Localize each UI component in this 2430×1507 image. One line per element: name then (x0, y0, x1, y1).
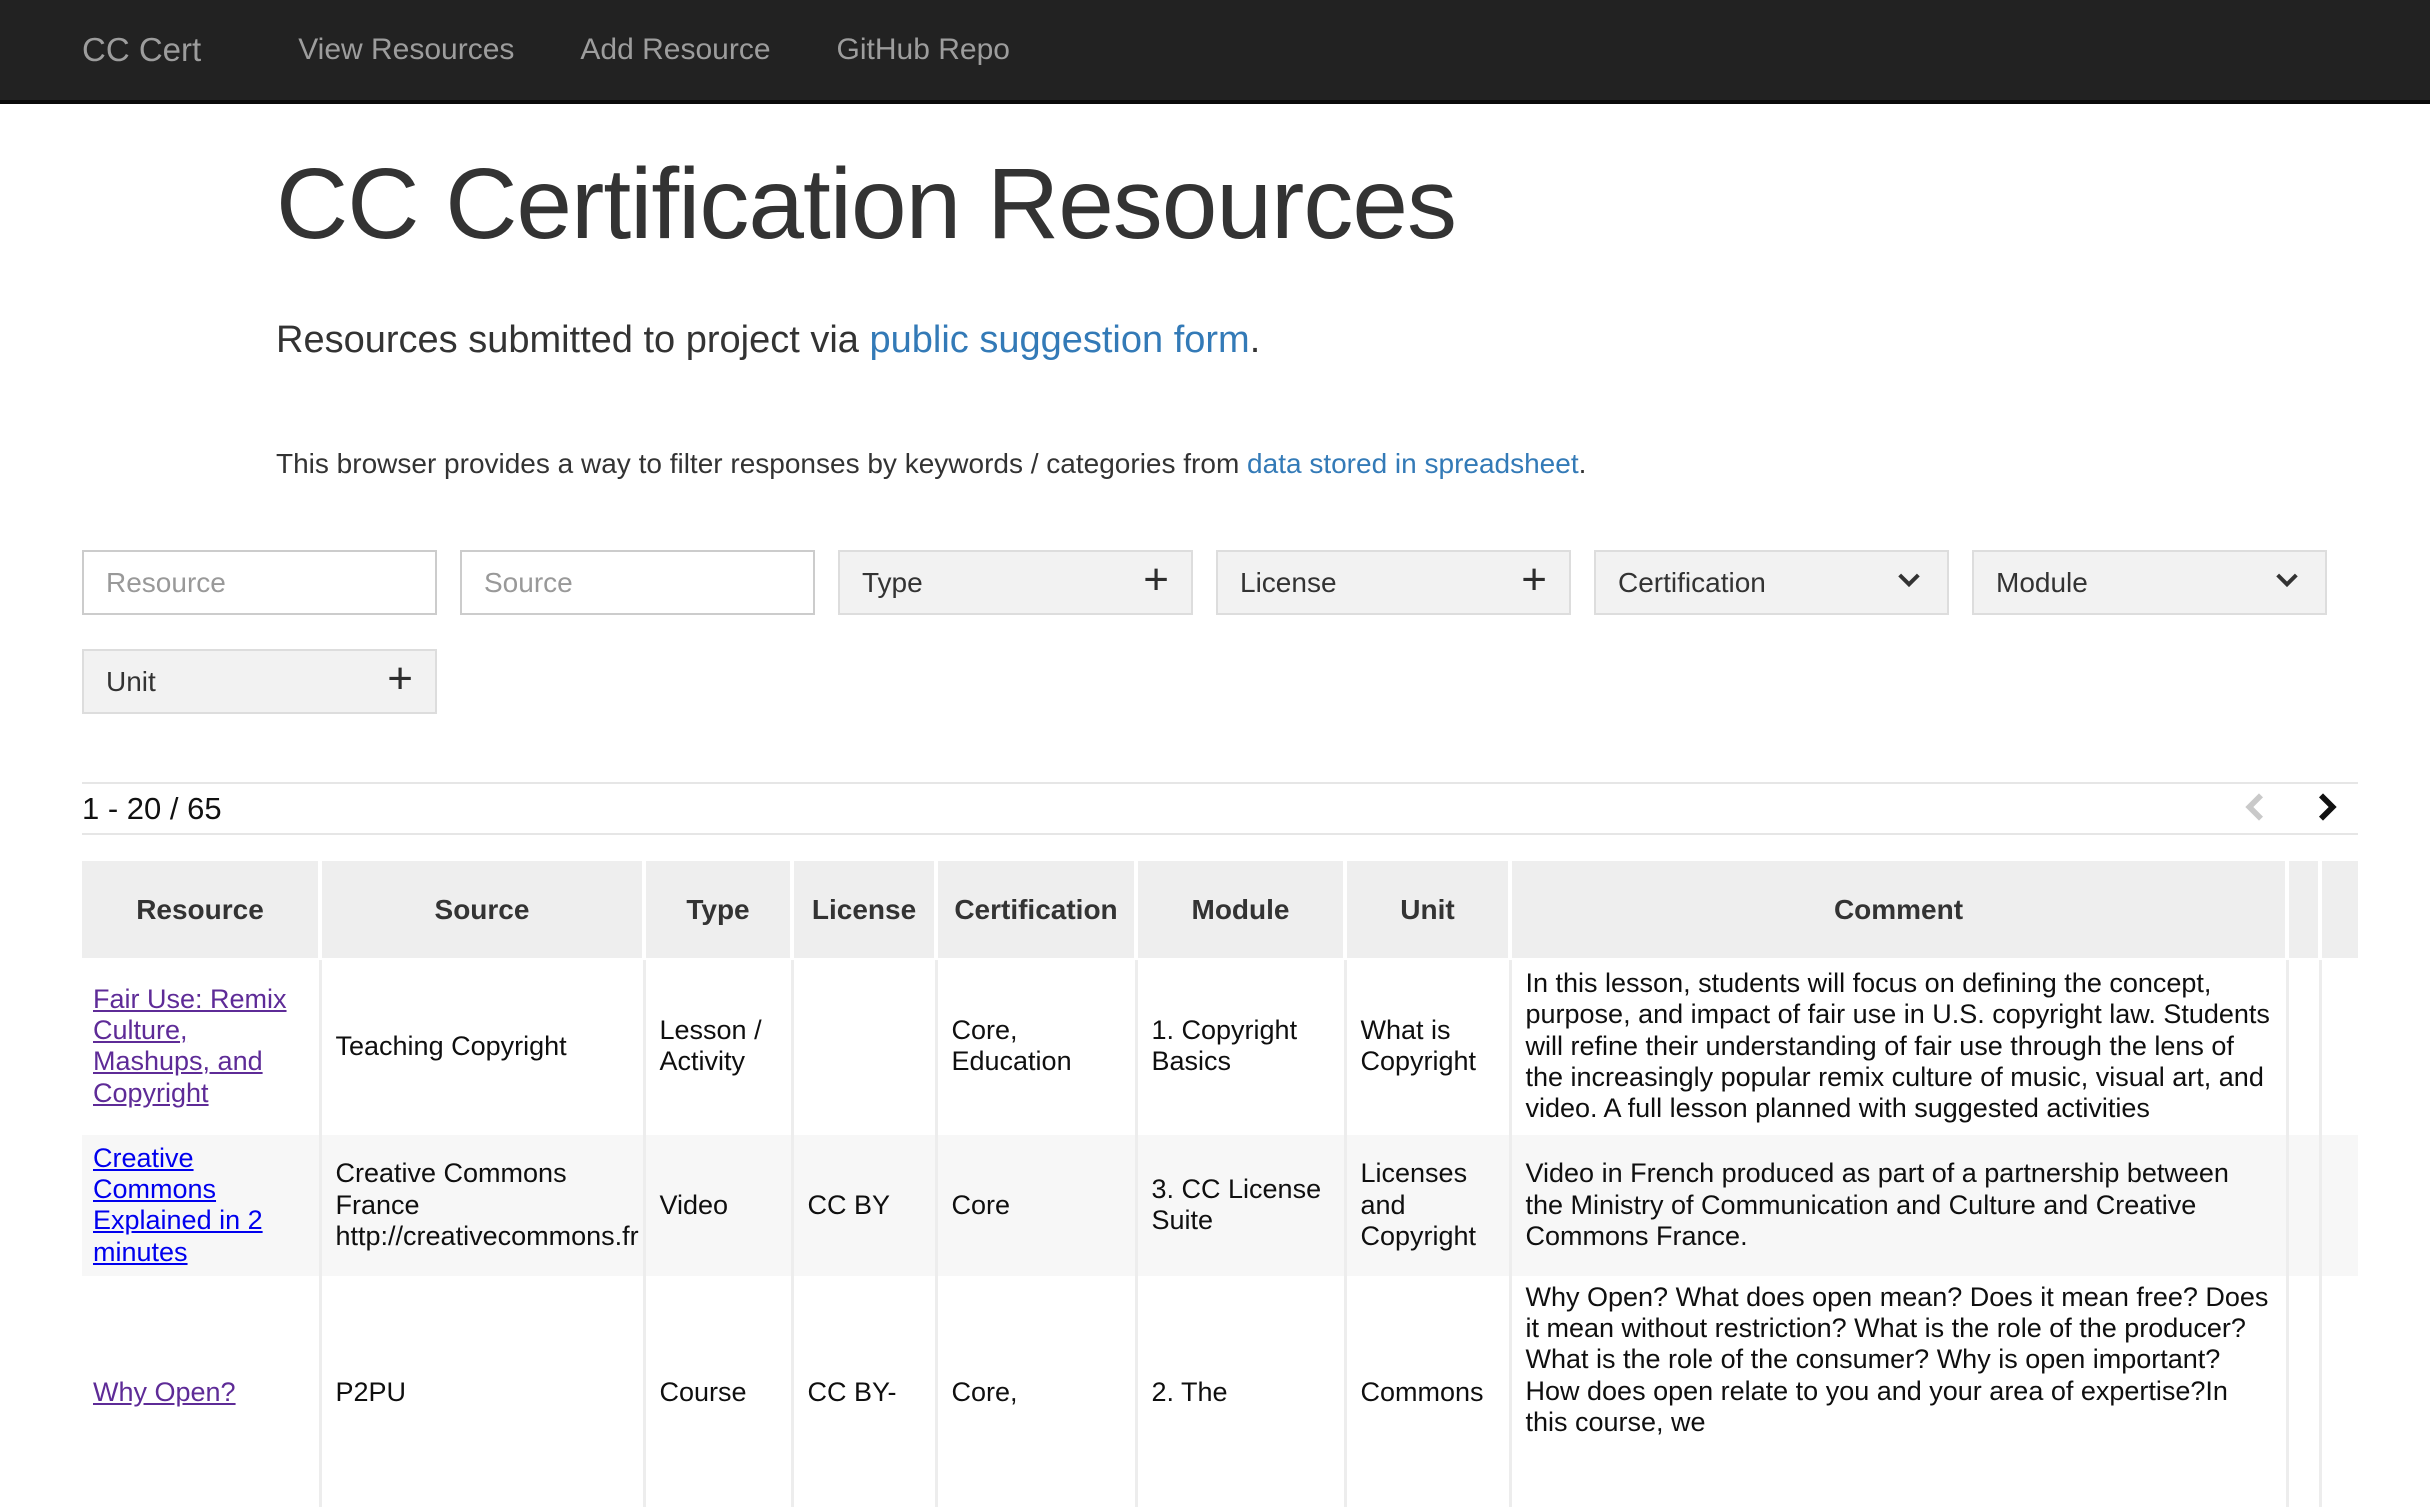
type-cell: Course (644, 1277, 792, 1507)
chevron-left-icon (2236, 787, 2276, 830)
source-filter-input[interactable] (460, 550, 815, 615)
navbar-brand[interactable]: CC Cert (82, 31, 201, 69)
module-cell: 1. Copyright Basics (1136, 959, 1345, 1134)
table-row: Fair Use: Remix Culture, Mashups, and Co… (82, 959, 2358, 1134)
pagination-arrows (2236, 787, 2358, 830)
navbar: CC Cert View Resources Add Resource GitH… (0, 0, 2430, 104)
nav-item-github-repo[interactable]: GitHub Repo (804, 33, 1043, 67)
resource-cell: Creative Commons Explained in 2 minutes (82, 1134, 320, 1277)
description-period: . (1579, 448, 1587, 479)
next-page-button[interactable] (2306, 787, 2346, 830)
certification-cell: Core, Education (936, 959, 1136, 1134)
certification-cell: Core, (936, 1277, 1136, 1507)
subtitle-text: Resources submitted to project via (276, 319, 870, 361)
resources-table: Resource Source Type License Certificati… (82, 861, 2358, 1507)
unit-filter-button[interactable]: Unit + (82, 649, 437, 714)
unit-cell: What is Copyright (1345, 959, 1510, 1134)
plus-icon: + (1521, 558, 1547, 602)
column-header-module: Module (1136, 861, 1345, 959)
license-cell (792, 959, 936, 1134)
license-filter-label: License (1240, 567, 1337, 599)
plus-icon: + (1143, 558, 1169, 602)
column-header-license: License (792, 861, 936, 959)
chevron-right-icon (2306, 787, 2346, 830)
comment-cell: Video in French produced as part of a pa… (1510, 1134, 2287, 1277)
type-cell: Video (644, 1134, 792, 1277)
table-row: Creative Commons Explained in 2 minutes … (82, 1134, 2358, 1277)
spreadsheet-link[interactable]: data stored in spreadsheet (1247, 448, 1579, 479)
module-select[interactable]: Module (1972, 550, 2327, 615)
pagination-bar: 1 - 20 / 65 (82, 782, 2358, 835)
empty-cell (2320, 1277, 2358, 1507)
nav-item-add-resource[interactable]: Add Resource (547, 33, 803, 67)
table-row: Why Open? P2PU Course CC BY- Core, 2. Th… (82, 1277, 2358, 1507)
source-cell: P2PU (320, 1277, 644, 1507)
column-header-resource: Resource (82, 861, 320, 959)
column-header-empty-1 (2287, 861, 2320, 959)
comment-cell: In this lesson, students will focus on d… (1510, 959, 2287, 1134)
unit-cell: Licenses and Copyright (1345, 1134, 1510, 1277)
column-header-type: Type (644, 861, 792, 959)
certification-select[interactable]: Certification (1594, 550, 1949, 615)
comment-cell: Why Open? What does open mean? Does it m… (1510, 1277, 2287, 1507)
empty-cell (2287, 959, 2320, 1134)
table-header-row: Resource Source Type License Certificati… (82, 861, 2358, 959)
prev-page-button[interactable] (2236, 787, 2276, 830)
resource-cell: Fair Use: Remix Culture, Mashups, and Co… (82, 959, 320, 1134)
column-header-empty-2 (2320, 861, 2358, 959)
nav-link-github-repo[interactable]: GitHub Repo (804, 33, 1043, 67)
filter-row-1: Type + License + Certification Module (82, 550, 2358, 615)
filter-row-2: Unit + (82, 649, 2358, 714)
column-header-unit: Unit (1345, 861, 1510, 959)
navbar-links: View Resources Add Resource GitHub Repo (235, 33, 1043, 67)
license-filter-button[interactable]: License + (1216, 550, 1571, 615)
public-suggestion-form-link[interactable]: public suggestion form (870, 319, 1250, 361)
chevron-down-icon (1893, 563, 1925, 602)
empty-cell (2320, 1134, 2358, 1277)
resource-filter-input[interactable] (82, 550, 437, 615)
plus-icon: + (387, 657, 413, 701)
pagination-range: 1 - 20 / 65 (82, 791, 222, 827)
description: This browser provides a way to filter re… (276, 448, 2430, 480)
empty-cell (2287, 1277, 2320, 1507)
column-header-source: Source (320, 861, 644, 959)
resource-link[interactable]: Fair Use: Remix Culture, Mashups, and Co… (93, 984, 287, 1108)
nav-item-view-resources[interactable]: View Resources (265, 33, 547, 67)
resource-link[interactable]: Creative Commons Explained in 2 minutes (93, 1143, 263, 1267)
empty-cell (2320, 959, 2358, 1134)
unit-cell: Commons (1345, 1277, 1510, 1507)
nav-link-view-resources[interactable]: View Resources (265, 33, 547, 67)
empty-cell (2287, 1134, 2320, 1277)
certification-select-label: Certification (1618, 567, 1766, 599)
resource-link[interactable]: Why Open? (93, 1377, 236, 1407)
page-title: CC Certification Resources (276, 152, 2430, 257)
license-cell: CC BY- (792, 1277, 936, 1507)
subtitle: Resources submitted to project via publi… (276, 319, 2430, 362)
module-select-label: Module (1996, 567, 2088, 599)
type-cell: Lesson / Activity (644, 959, 792, 1134)
license-cell: CC BY (792, 1134, 936, 1277)
source-cell: Creative Commons France http://creativec… (320, 1134, 644, 1277)
module-cell: 3. CC License Suite (1136, 1134, 1345, 1277)
column-header-comment: Comment (1510, 861, 2287, 959)
subtitle-period: . (1250, 319, 1261, 361)
hero-section: CC Certification Resources Resources sub… (0, 152, 2430, 480)
column-header-certification: Certification (936, 861, 1136, 959)
description-text: This browser provides a way to filter re… (276, 448, 1247, 479)
chevron-down-icon (2271, 563, 2303, 602)
nav-link-add-resource[interactable]: Add Resource (547, 33, 803, 67)
resource-cell: Why Open? (82, 1277, 320, 1507)
source-cell: Teaching Copyright (320, 959, 644, 1134)
type-filter-button[interactable]: Type + (838, 550, 1193, 615)
main-content: Type + License + Certification Module Un… (0, 550, 2358, 1507)
type-filter-label: Type (862, 567, 923, 599)
unit-filter-label: Unit (106, 666, 156, 698)
module-cell: 2. The (1136, 1277, 1345, 1507)
certification-cell: Core (936, 1134, 1136, 1277)
